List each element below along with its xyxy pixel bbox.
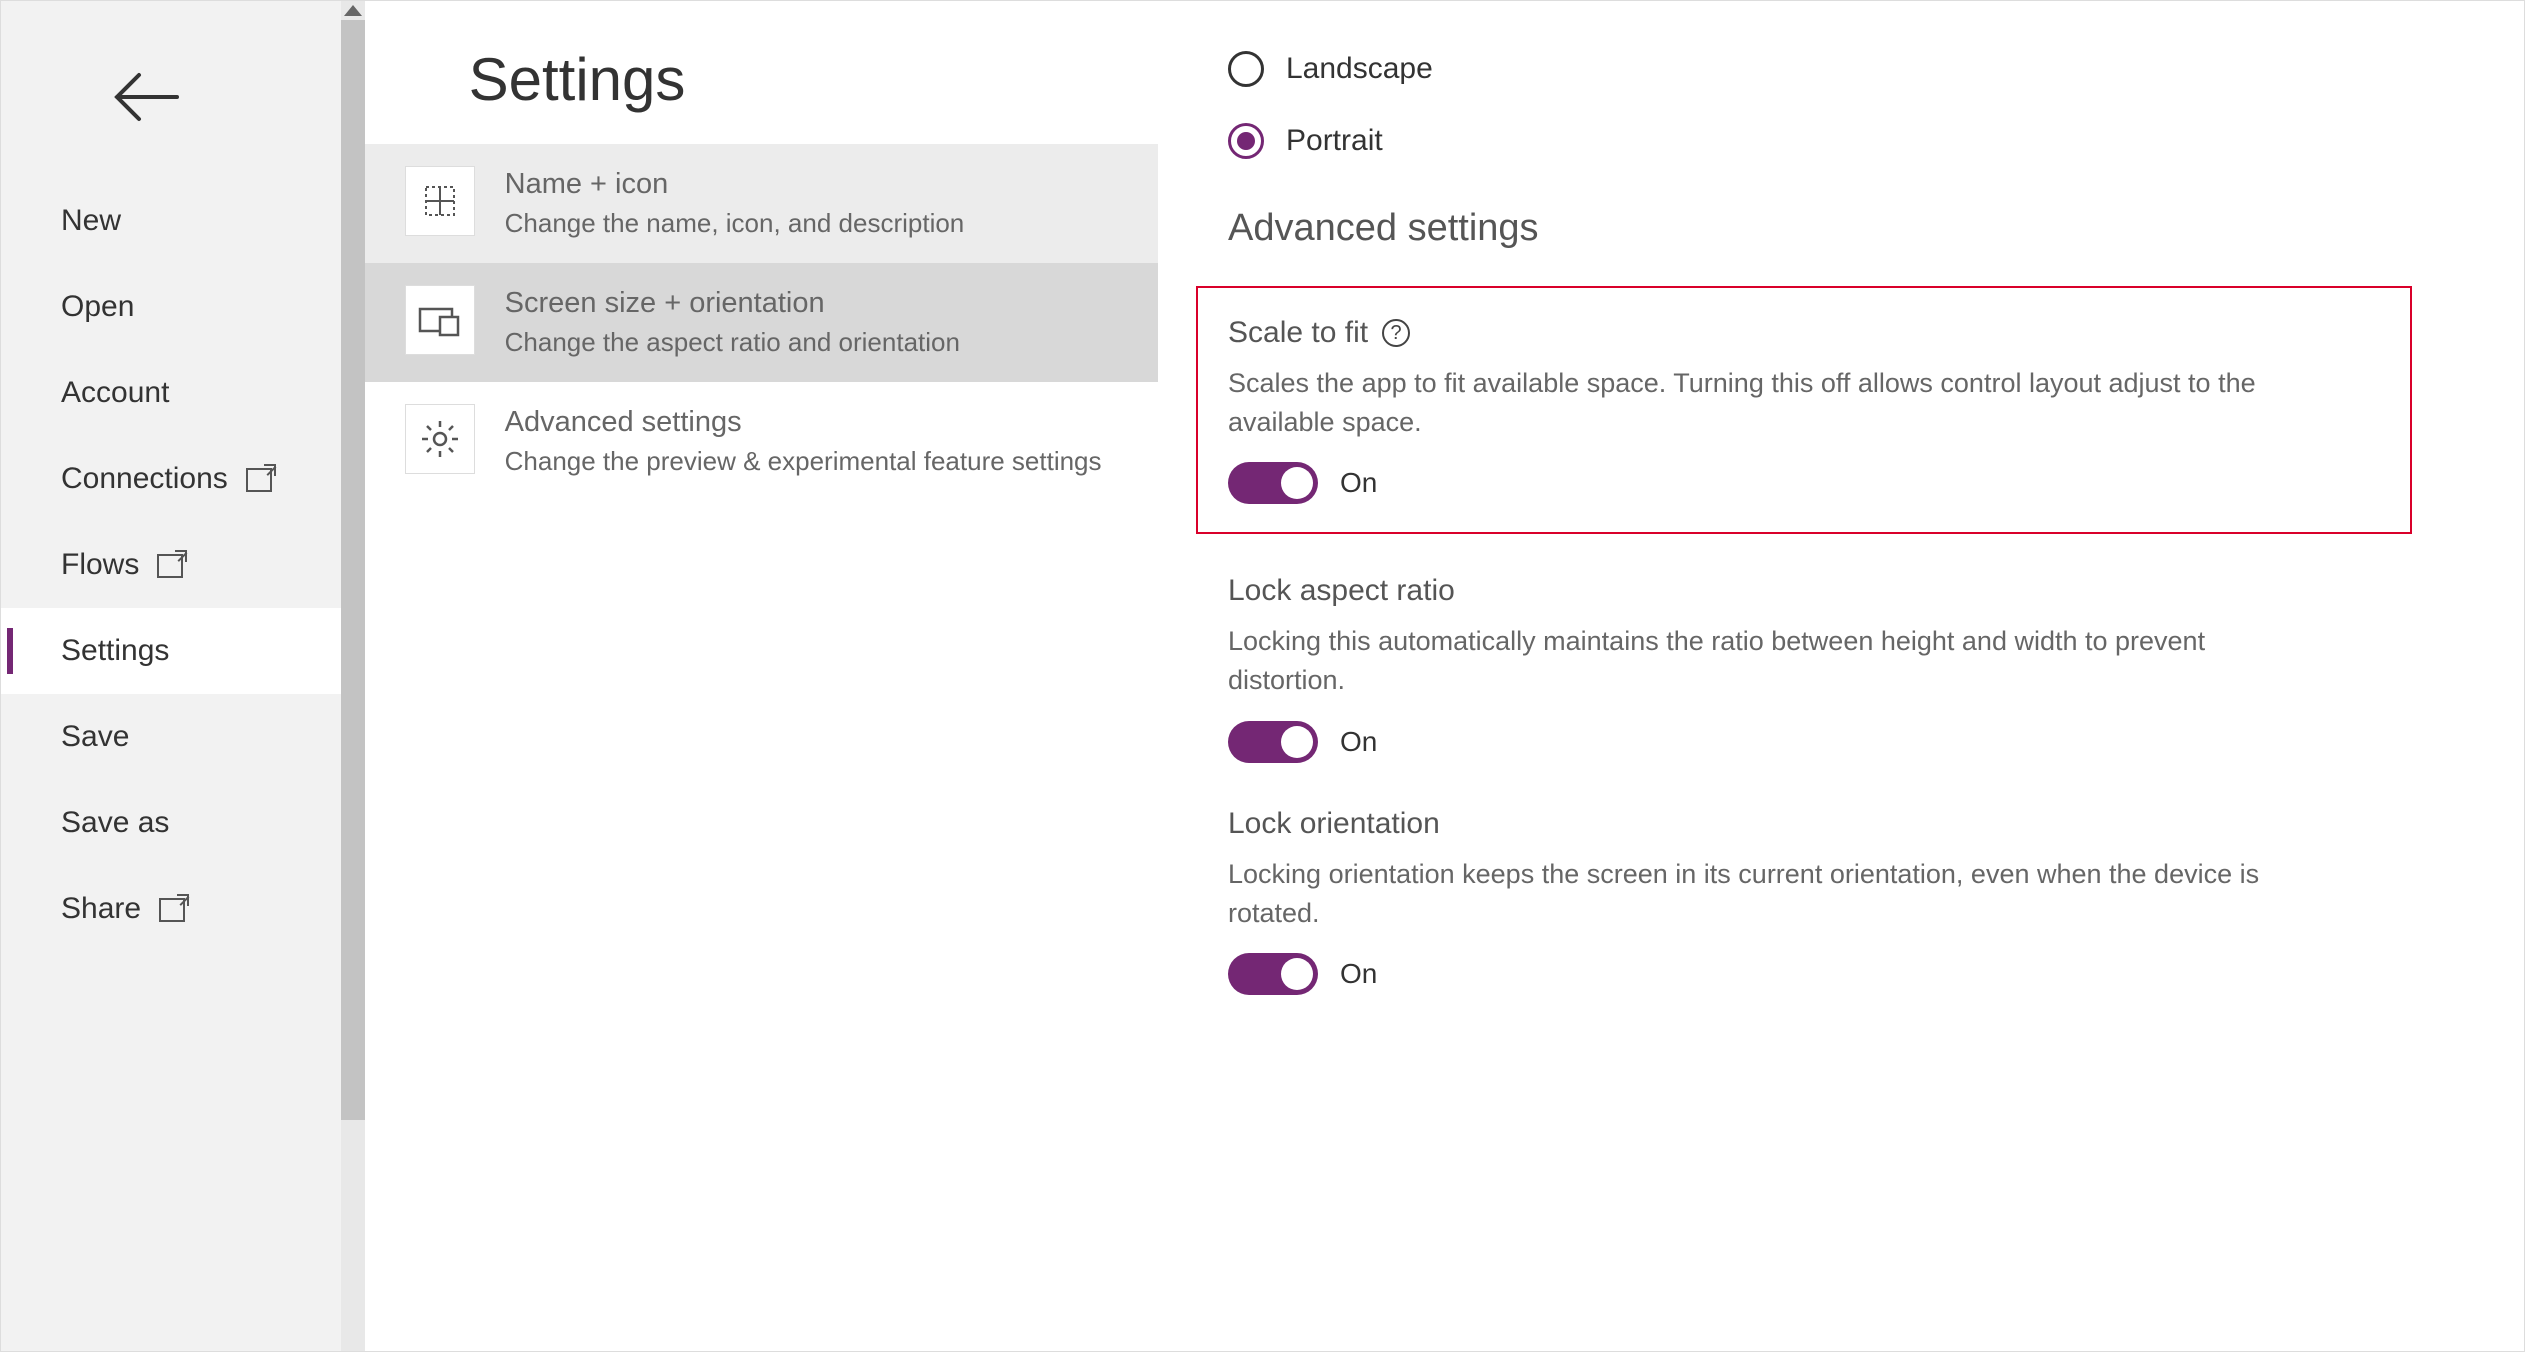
setting-desc: Locking orientation keeps the screen in … [1228,855,2328,933]
scroll-up-icon [344,5,362,16]
toggle-lock-orientation[interactable] [1228,953,1318,995]
sidebar-item-label: Connections [61,462,228,496]
category-title: Screen size + orientation [505,287,960,320]
name-icon [405,166,475,236]
sidebar-item-label: Settings [61,634,169,668]
sidebar-item-save-as[interactable]: Save as [1,780,365,866]
category-title: Name + icon [505,168,965,201]
page-title: Settings [365,1,1158,144]
sidebar-item-open[interactable]: Open [1,264,365,350]
orientation-portrait[interactable]: Portrait [1228,123,2444,159]
sidebar-item-label: Account [61,376,169,410]
toggle-state-label: On [1340,467,1377,499]
toggle-state-label: On [1340,726,1377,758]
sidebar-item-save[interactable]: Save [1,694,365,780]
gear-icon [405,404,475,474]
help-icon[interactable]: ? [1382,319,1410,347]
category-name-icon[interactable]: Name + icon Change the name, icon, and d… [365,144,1158,263]
external-link-icon [157,552,185,578]
category-title: Advanced settings [505,406,1102,439]
toggle-state-label: On [1340,958,1377,990]
screen-icon [405,285,475,355]
radio-label: Portrait [1286,124,1383,158]
sidebar-item-share[interactable]: Share [1,866,365,952]
external-link-icon [159,896,187,922]
setting-desc: Locking this automatically maintains the… [1228,622,2328,700]
sidebar-item-connections[interactable]: Connections [1,436,365,522]
external-link-icon [246,466,274,492]
sidebar-item-label: Open [61,290,134,324]
sidebar-item-label: Save as [61,806,169,840]
back-button[interactable] [1,1,365,178]
back-arrow-icon [111,71,181,123]
radio-icon [1228,51,1264,87]
advanced-settings-heading: Advanced settings [1228,207,2444,250]
highlight-box: Scale to fit ? Scales the app to fit ava… [1196,286,2412,534]
sidebar-item-settings[interactable]: Settings [1,608,365,694]
toggle-scale-to-fit[interactable] [1228,462,1318,504]
orientation-landscape[interactable]: Landscape [1228,51,2444,87]
setting-title: Lock orientation [1228,807,1440,841]
setting-scale-to-fit: Scale to fit ? Scales the app to fit ava… [1228,316,2380,504]
setting-title: Lock aspect ratio [1228,574,1455,608]
toggle-lock-aspect[interactable] [1228,721,1318,763]
category-desc: Change the name, icon, and description [505,207,965,241]
category-screen-size[interactable]: Screen size + orientation Change the asp… [365,263,1158,382]
sidebar-item-label: Flows [61,548,139,582]
category-advanced[interactable]: Advanced settings Change the preview & e… [365,382,1158,501]
radio-label: Landscape [1286,52,1433,86]
category-desc: Change the preview & experimental featur… [505,445,1102,479]
radio-icon [1228,123,1264,159]
sidebar-item-label: New [61,204,121,238]
setting-title: Scale to fit [1228,316,1368,350]
category-desc: Change the aspect ratio and orientation [505,326,960,360]
app-root: New Open Account Connections Flows Setti… [0,0,2525,1352]
sidebar-item-flows[interactable]: Flows [1,522,365,608]
setting-desc: Scales the app to fit available space. T… [1228,364,2328,442]
sidebar-item-account[interactable]: Account [1,350,365,436]
setting-lock-aspect: Lock aspect ratio Locking this automatic… [1228,574,2444,762]
settings-detail: Landscape Portrait Advanced settings Sca… [1158,1,2524,1351]
sidebar-item-label: Share [61,892,141,926]
sidebar: New Open Account Connections Flows Setti… [1,1,365,1351]
scrollbar[interactable] [341,1,365,1351]
scrollbar-thumb[interactable] [341,20,365,1120]
setting-lock-orientation: Lock orientation Locking orientation kee… [1228,807,2444,995]
sidebar-item-new[interactable]: New [1,178,365,264]
sidebar-item-label: Save [61,720,129,754]
settings-categories: Settings Name + icon Change the name, ic… [365,1,1158,1351]
